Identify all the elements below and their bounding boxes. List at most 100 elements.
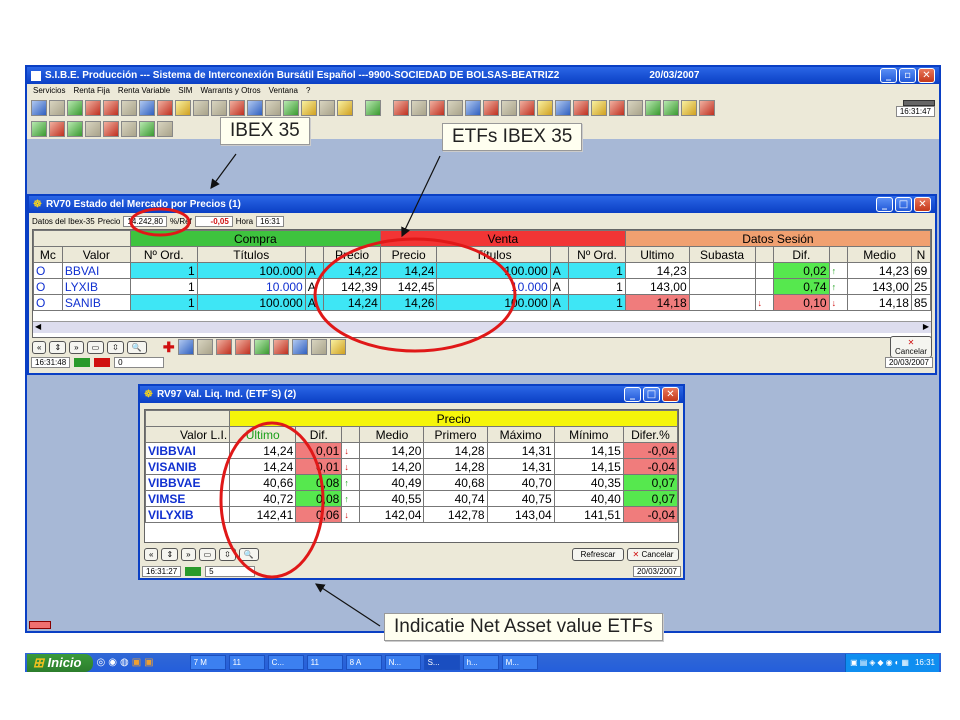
col-mc[interactable]: Mc xyxy=(33,246,63,263)
col-titulos-v[interactable]: Títulos xyxy=(436,246,551,263)
chart-icon[interactable] xyxy=(67,100,83,116)
col-difer[interactable]: Difer.% xyxy=(622,426,678,443)
menu-ventana[interactable]: Ventana xyxy=(269,86,298,95)
refrescar-button[interactable]: Refrescar xyxy=(572,547,624,561)
table-row[interactable]: VIMSE 40,72 0,08 ↑ 40,55 40,74 40,75 40,… xyxy=(145,490,678,507)
taskbar-app[interactable]: 11 xyxy=(306,655,343,670)
rv97-maximize-button[interactable]: □ xyxy=(643,387,660,402)
scroll-button[interactable]: ⇕ xyxy=(161,547,179,561)
minimize-button[interactable]: _ xyxy=(880,68,897,83)
spin-button[interactable]: ⇳ xyxy=(219,547,236,561)
tool-icon[interactable] xyxy=(483,100,499,116)
scroll-button[interactable]: ⇕ xyxy=(49,340,67,354)
rv70-minimize-button[interactable]: _ xyxy=(876,197,893,212)
rv70-maximize-button[interactable]: □ xyxy=(895,197,912,212)
col-n[interactable]: N xyxy=(910,246,931,263)
forward-button[interactable]: » xyxy=(181,547,196,561)
tool-icon[interactable] xyxy=(272,339,289,355)
tool-icon[interactable] xyxy=(329,339,346,355)
restore-button[interactable]: ▫ xyxy=(899,68,916,83)
col-precio-v[interactable]: Precio xyxy=(379,246,438,263)
table-row[interactable]: O BBVAI 1 100.000 A 14,22 14,24 100.000 … xyxy=(33,262,931,279)
magnify-button[interactable]: 🔍 xyxy=(126,340,147,354)
col-ultimo[interactable]: Ultimo xyxy=(624,246,690,263)
tool-icon[interactable] xyxy=(85,100,101,116)
col-valor-li[interactable]: Valor L.I. xyxy=(145,426,231,443)
tool-icon[interactable] xyxy=(537,100,553,116)
tool-icon[interactable] xyxy=(103,100,119,116)
taskbar-h[interactable]: h... xyxy=(462,655,499,670)
tool-icon[interactable] xyxy=(411,100,427,116)
add-icon[interactable]: ✚ xyxy=(163,339,175,356)
forward-button[interactable]: » xyxy=(69,340,84,354)
tool-icon[interactable] xyxy=(645,100,661,116)
tray-icon[interactable]: ◐ xyxy=(895,658,900,667)
col-medio[interactable]: Medio xyxy=(847,246,912,263)
table-row[interactable]: VILYXIB 142,41 0,06 ↓ 142,04 142,78 143,… xyxy=(145,506,678,523)
bank-icon[interactable] xyxy=(211,100,227,116)
tool-icon[interactable] xyxy=(319,100,335,116)
tool-icon[interactable] xyxy=(139,121,155,137)
tool-icon[interactable] xyxy=(103,121,119,137)
col-titulos-c[interactable]: Títulos xyxy=(196,246,306,263)
tray-clock[interactable]: 16:31 xyxy=(915,658,935,667)
scroll-left-icon[interactable]: ◀ xyxy=(35,322,41,333)
taskbar-mail[interactable]: 8 A xyxy=(345,655,382,670)
taskbar-folder[interactable]: C... xyxy=(267,655,304,670)
col-valor[interactable]: Valor xyxy=(61,246,131,263)
tool-icon[interactable] xyxy=(253,339,270,355)
tool-icon[interactable] xyxy=(337,100,353,116)
taskbar-sibe[interactable]: S... xyxy=(423,655,460,670)
tool-icon[interactable] xyxy=(573,100,589,116)
col-ultimo[interactable]: Ultimo xyxy=(229,426,297,443)
tool-icon[interactable] xyxy=(393,100,409,116)
magnify-button[interactable]: 🔍 xyxy=(238,547,259,561)
tool-icon[interactable] xyxy=(121,121,137,137)
tool-icon[interactable] xyxy=(234,339,251,355)
tool-icon[interactable] xyxy=(301,100,317,116)
menu-help[interactable]: ? xyxy=(306,86,310,95)
quicklaunch-icon[interactable]: ◉ xyxy=(108,657,117,668)
tool-icon[interactable] xyxy=(447,100,463,116)
quicklaunch-icon[interactable]: ◎ xyxy=(96,657,105,668)
tool-icon[interactable] xyxy=(555,100,571,116)
tool-icon[interactable] xyxy=(291,339,308,355)
quicklaunch-icon[interactable]: ▣ xyxy=(144,657,153,668)
tool-icon[interactable] xyxy=(121,100,137,116)
tool-icon[interactable] xyxy=(229,100,245,116)
rv70-close-button[interactable]: ✕ xyxy=(914,197,931,212)
col-nord-v[interactable]: Nº Ord. xyxy=(568,246,626,263)
rewind-button[interactable]: « xyxy=(144,547,159,561)
tool-icon[interactable] xyxy=(31,121,47,137)
tool-icon[interactable] xyxy=(519,100,535,116)
close-button[interactable]: ✕ xyxy=(918,68,935,83)
pen-icon[interactable] xyxy=(139,100,155,116)
rv70-hscrollbar[interactable]: ◀ ▶ xyxy=(33,321,931,333)
table-row[interactable]: O SANIB 1 100.000 A 14,24 14,26 100.000 … xyxy=(33,294,931,311)
tray-icon[interactable]: ▣ xyxy=(850,658,858,667)
menu-servicios[interactable]: Servicios xyxy=(33,86,65,95)
col-minimo[interactable]: Mínimo xyxy=(553,426,624,443)
spin-button[interactable]: ⇳ xyxy=(107,340,124,354)
rv97-cancel-button[interactable]: ✕ Cancelar xyxy=(627,547,679,561)
tool-icon[interactable] xyxy=(663,100,679,116)
tool-icon[interactable] xyxy=(193,100,209,116)
menu-renta-variable[interactable]: Renta Variable xyxy=(118,86,170,95)
tray-icon[interactable]: ▦ xyxy=(901,658,909,667)
taskbar-m[interactable]: M... xyxy=(501,655,538,670)
col-medio[interactable]: Medio xyxy=(359,426,425,443)
menu-sim[interactable]: SIM xyxy=(178,86,192,95)
tool-icon[interactable] xyxy=(310,339,327,355)
book-button[interactable]: ▭ xyxy=(198,547,217,561)
col-maximo[interactable]: Máximo xyxy=(486,426,555,443)
tool-icon[interactable] xyxy=(215,339,232,355)
table-row[interactable]: VIBBVAE 40,66 0,08 ↑ 40,49 40,68 40,70 4… xyxy=(145,474,678,491)
tool-icon[interactable] xyxy=(681,100,697,116)
tool-icon[interactable] xyxy=(609,100,625,116)
save-icon[interactable] xyxy=(31,100,47,116)
table-row[interactable]: O LYXIB 1 10.000 A 142,39 142,45 10.000 … xyxy=(33,278,931,295)
print-icon[interactable] xyxy=(49,100,65,116)
tray-icon[interactable]: ◆ xyxy=(877,658,883,667)
col-dif[interactable]: Dif. xyxy=(773,246,830,263)
rv70-cancel-button[interactable]: ✕ Cancelar xyxy=(889,336,932,358)
